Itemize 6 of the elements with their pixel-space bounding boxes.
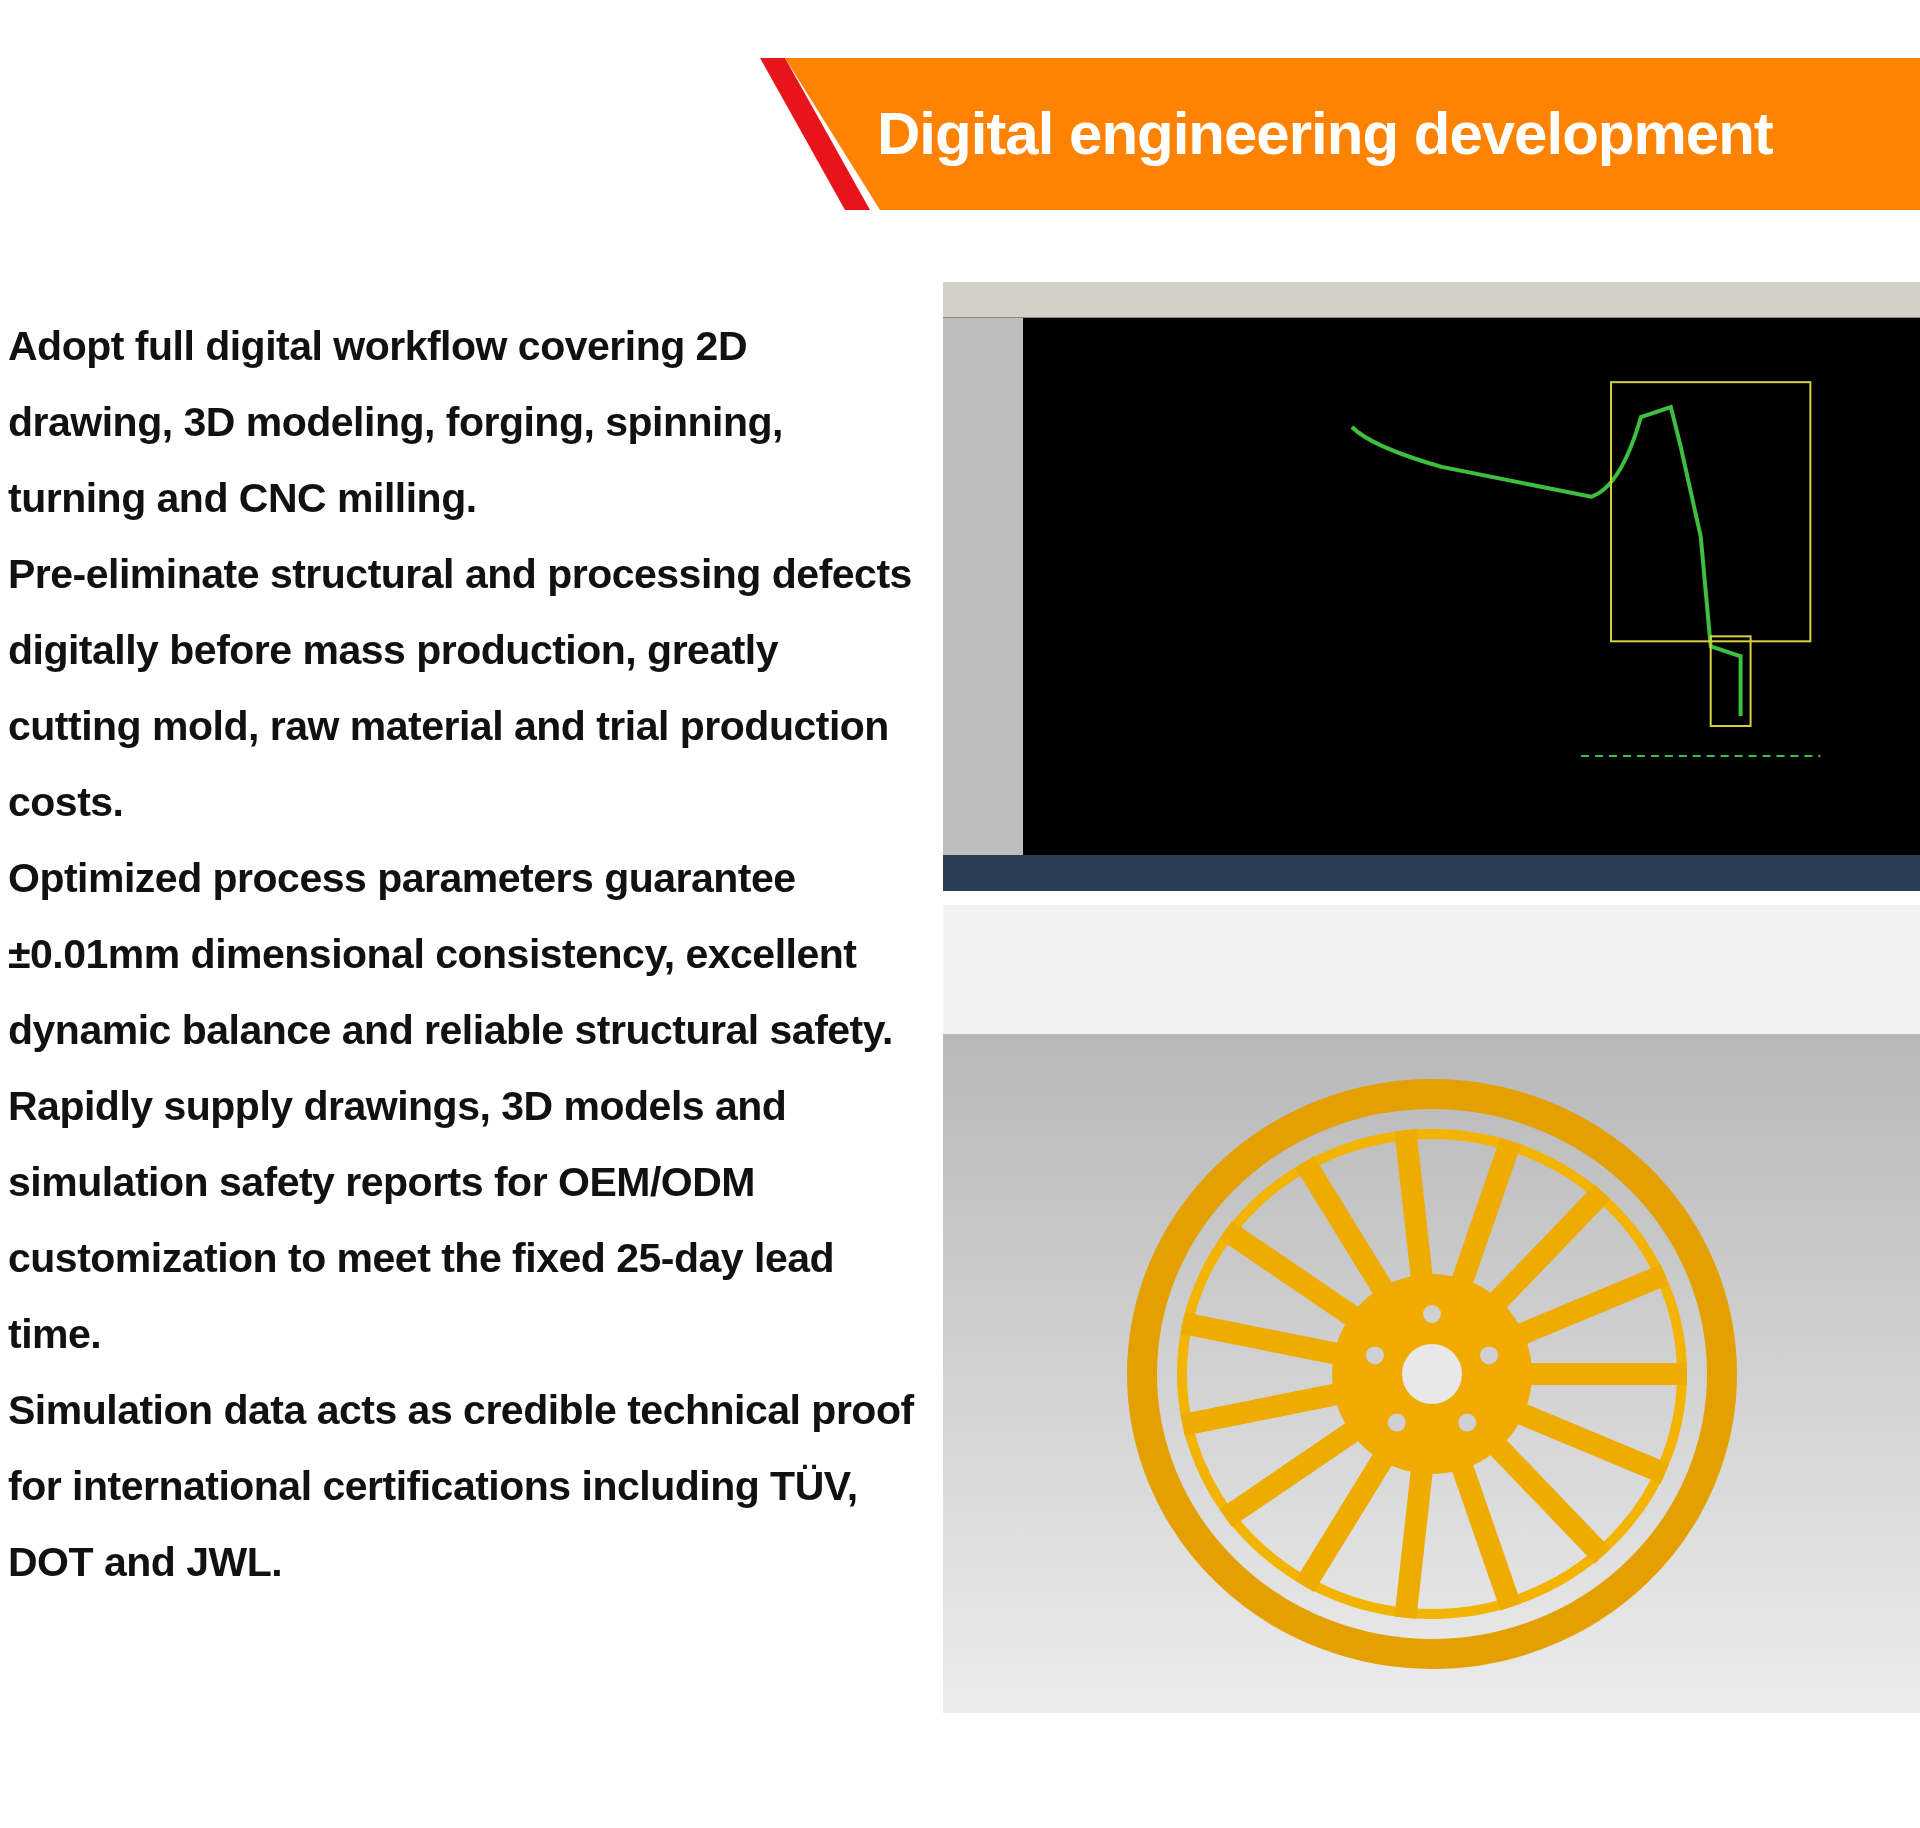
- body-paragraph: Pre-eliminate structural and processing defects digitally before mass production, greatly cutting mold, raw material and trial production costs.: [8, 550, 913, 827]
- banner-title: Digital engineering development: [877, 99, 1773, 169]
- body-paragraph: Optimized process parameters guarantee ±0.01mm dimensional consistency, excellent dynamic balance and reliable structural safety.: [8, 854, 894, 1055]
- body-paragraph: Adopt full digital workflow covering 2D drawing, 3D modeling, forging, spinning, turning and CNC milling.: [8, 322, 784, 523]
- body-paragraph: Simulation data acts as credible technical proof for international certifications including TÜV, DOT and JWL.: [8, 1386, 916, 1587]
- body-paragraph: Rapidly supply drawings, 3D models and simulation safety reports for OEM/ODM customization to meet the fixed 25-day lead time.: [8, 1082, 836, 1359]
